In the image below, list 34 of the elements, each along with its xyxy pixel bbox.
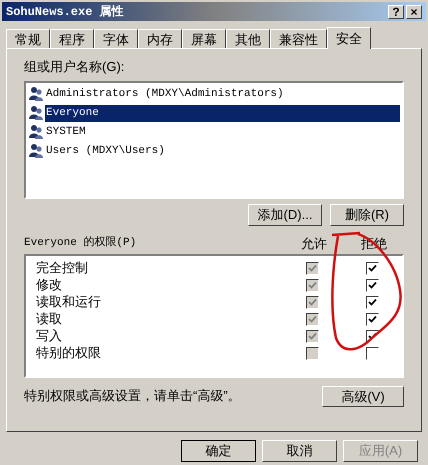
dialog-button[interactable]: 取消 — [262, 440, 337, 462]
permission-name: 读取和运行 — [35, 293, 102, 312]
user-item[interactable]: Users (MDXY\Users) — [45, 142, 400, 160]
user-item[interactable]: Administrators (MDXY\Administrators) — [45, 86, 400, 102]
tab[interactable]: 常规 — [6, 29, 50, 48]
remove-button[interactable]: 删除(R) — [330, 204, 404, 226]
users-icon — [28, 143, 44, 159]
users-icon — [28, 86, 44, 102]
tab[interactable]: 屏幕 — [182, 29, 226, 48]
tab[interactable]: 程序 — [50, 29, 94, 48]
users-icon — [28, 105, 44, 121]
permission-name: 读取 — [35, 310, 63, 328]
dialog-button[interactable]: 确定 — [181, 440, 256, 462]
tab[interactable]: 字体 — [94, 29, 138, 48]
users-label: 组或用户名称(G): — [24, 58, 126, 76]
permission-name: 写入 — [35, 327, 63, 346]
window-title: SohuNews.exe 属性 — [6, 4, 124, 20]
column-header: 允许 — [300, 234, 328, 253]
tab[interactable]: 其他 — [226, 29, 270, 48]
users-icon — [28, 124, 44, 140]
help-button[interactable]: ? — [388, 4, 404, 18]
tab[interactable]: 安全 — [327, 27, 371, 49]
hint-text: 特别权限或高级设置，请单击“高级”。 — [24, 387, 241, 406]
user-item[interactable]: Everyone — [45, 104, 400, 122]
tab[interactable]: 兼容性 — [270, 29, 327, 48]
permission-name: 完全控制 — [35, 259, 89, 278]
permission-name: 修改 — [35, 276, 63, 294]
user-item[interactable]: SYSTEM — [45, 124, 400, 140]
advanced-button[interactable]: 高级(V) — [322, 386, 404, 406]
add-button[interactable]: 添加(D)... — [248, 204, 322, 226]
permission-name: 特别的权限 — [35, 344, 102, 362]
close-button[interactable]: × — [406, 4, 422, 18]
permissions-label: Everyone 的权限(P) — [24, 235, 138, 252]
tab[interactable]: 内存 — [138, 29, 182, 48]
